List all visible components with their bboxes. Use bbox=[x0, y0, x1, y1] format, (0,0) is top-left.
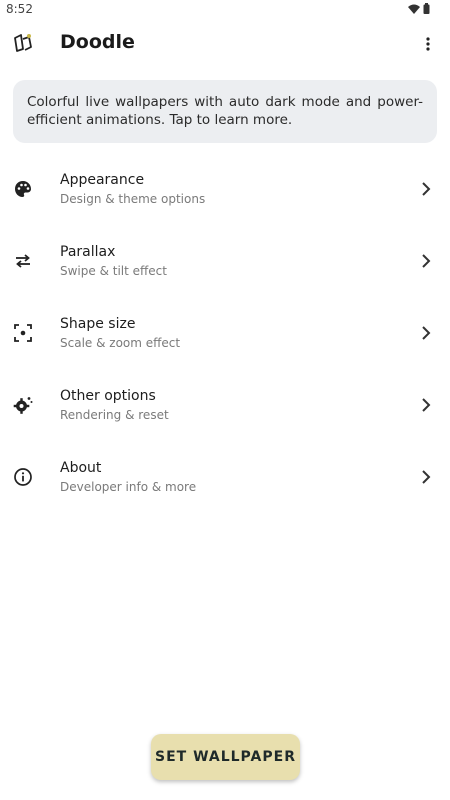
wifi-icon bbox=[408, 4, 420, 14]
status-time: 8:52 bbox=[6, 2, 33, 16]
menu-item-subtitle: Design & theme options bbox=[60, 192, 206, 206]
menu-item-title: Parallax bbox=[60, 244, 116, 260]
menu-item-title: About bbox=[60, 460, 102, 476]
palette-icon bbox=[12, 178, 34, 200]
info-icon bbox=[12, 466, 34, 488]
chevron-right-icon bbox=[422, 470, 431, 484]
menu-item-title: Shape size bbox=[60, 316, 136, 332]
menu-item-shape-size[interactable]: Shape size Scale & zoom effect bbox=[0, 297, 450, 369]
center-focus-icon bbox=[12, 322, 34, 344]
settings-menu: Appearance Design & theme options Parall… bbox=[0, 153, 450, 513]
chevron-right-icon bbox=[422, 182, 431, 196]
chevron-right-icon bbox=[422, 398, 431, 412]
app-bar: Doodle bbox=[0, 24, 450, 64]
menu-item-subtitle: Scale & zoom effect bbox=[60, 336, 181, 350]
menu-item-subtitle: Developer info & more bbox=[60, 480, 197, 494]
status-bar: 8:52 bbox=[0, 0, 450, 20]
set-wallpaper-button[interactable]: SET WALLPAPER bbox=[151, 734, 300, 780]
doodle-logo-icon bbox=[14, 34, 32, 52]
settings-gear-icon bbox=[12, 394, 34, 416]
menu-item-about[interactable]: About Developer info & more bbox=[0, 441, 450, 513]
menu-item-parallax[interactable]: Parallax Swipe & tilt effect bbox=[0, 225, 450, 297]
menu-item-appearance[interactable]: Appearance Design & theme options bbox=[0, 153, 450, 225]
swap-arrows-icon bbox=[12, 250, 34, 272]
more-options-button[interactable] bbox=[414, 28, 442, 60]
app-title: Doodle bbox=[60, 31, 135, 53]
menu-item-title: Appearance bbox=[60, 172, 145, 188]
battery-icon bbox=[423, 3, 430, 14]
status-icons bbox=[408, 3, 430, 14]
intro-text: Colorful live wallpapers with auto dark … bbox=[27, 94, 423, 128]
menu-item-other-options[interactable]: Other options Rendering & reset bbox=[0, 369, 450, 441]
intro-card[interactable]: Colorful live wallpapers with auto dark … bbox=[13, 80, 437, 143]
chevron-right-icon bbox=[422, 326, 431, 340]
more-vert-icon bbox=[426, 37, 430, 51]
menu-item-title: Other options bbox=[60, 388, 156, 404]
menu-item-subtitle: Rendering & reset bbox=[60, 408, 169, 422]
menu-item-subtitle: Swipe & tilt effect bbox=[60, 264, 167, 278]
chevron-right-icon bbox=[422, 254, 431, 268]
